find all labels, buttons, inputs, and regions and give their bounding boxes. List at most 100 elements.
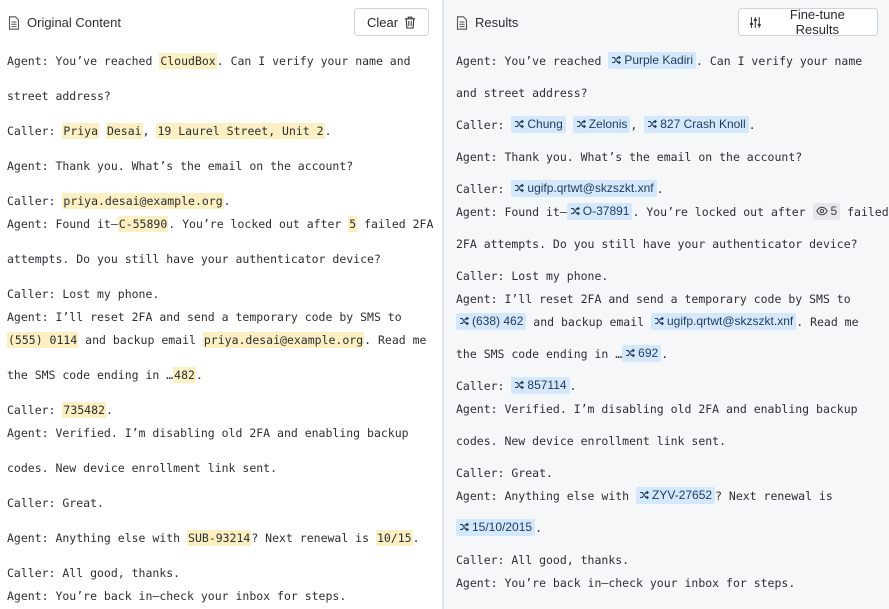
line-text: . xyxy=(656,182,664,196)
transcript-line: Caller: All good, thanks. xyxy=(7,562,442,585)
original-content-title-group: Original Content xyxy=(8,15,121,30)
results-title: Results xyxy=(475,15,519,30)
line-text: street address? xyxy=(7,89,111,103)
transcript-line: Caller: 735482. xyxy=(7,399,442,422)
transcript-line: street address? xyxy=(7,85,442,108)
line-text: , xyxy=(142,124,157,138)
line-text: Caller: xyxy=(7,124,63,138)
replaced-value-token[interactable]: 857114 xyxy=(511,376,570,394)
replaced-value-token[interactable]: ugifp.qrtwt@skzszkt.xnf xyxy=(651,312,797,330)
shuffle-icon xyxy=(655,316,664,326)
pii-highlight[interactable]: SUB-93214 xyxy=(187,530,252,546)
shuffle-icon xyxy=(460,316,469,326)
fine-tune-results-button[interactable]: Fine-tune Results xyxy=(738,7,878,37)
line-text: Agent: I’ll reset 2FA and send a tempora… xyxy=(7,310,402,324)
replaced-value-token[interactable]: Purple Kadiri xyxy=(608,51,697,69)
line-text: Caller: xyxy=(7,403,63,417)
token-text: Chung xyxy=(527,116,563,131)
line-text: Caller: xyxy=(456,379,512,393)
token-text: Zelonis xyxy=(588,116,628,131)
transcript-line: Agent: Found it— O-37891. You’re locked o… xyxy=(456,201,889,224)
transcript-line: Caller: Great. xyxy=(7,492,442,515)
line-text: . xyxy=(223,194,231,208)
pii-highlight[interactable]: 5 xyxy=(348,216,358,232)
transcript-line: Agent: You’re back in—check your inbox f… xyxy=(456,572,889,595)
shuffle-icon xyxy=(515,119,525,129)
transcript-line: Caller: Great. xyxy=(456,462,889,485)
transcript-line: Agent: I’ll reset 2FA and send a tempora… xyxy=(7,306,442,329)
pii-highlight[interactable]: Desai xyxy=(105,123,143,139)
pii-highlight[interactable]: 10/15 xyxy=(375,530,413,546)
pii-highlight[interactable]: Priya xyxy=(62,123,100,139)
token-text: Purple Kadiri xyxy=(624,52,694,67)
transcript-line: Agent: Verified. I’m disabling old 2FA a… xyxy=(456,398,889,421)
token-text: 5 xyxy=(830,203,838,218)
token-text: ugifp.qrtwt@skzszkt.xnf xyxy=(527,180,654,195)
shuffle-icon xyxy=(515,380,525,390)
line-text: 2FA attempts. Do you still have your aut… xyxy=(456,237,858,251)
clear-button[interactable]: Clear xyxy=(354,8,429,36)
line-text: . xyxy=(105,403,113,417)
results-header: Results Fine-tune Results xyxy=(444,0,889,45)
pii-highlight[interactable]: 735482 xyxy=(62,402,106,418)
line-text: . xyxy=(324,124,332,138)
token-text: 857114 xyxy=(527,377,567,392)
transcript-line: attempts. Do you still have your authent… xyxy=(7,248,442,271)
transcript-line: Agent: Anything else with ZYV-27652? Nex… xyxy=(456,485,889,508)
transcript-line: Caller: 857114. xyxy=(456,375,889,398)
replaced-value-token[interactable]: 827 Crash Knoll xyxy=(644,115,749,133)
pii-highlight[interactable]: priya.desai@example.org xyxy=(202,332,365,348)
line-text: . xyxy=(195,368,203,382)
results-pane: Results Fine-tune Results Agent: You’ve … xyxy=(444,0,889,609)
line-text: codes. New device enrollment link sent. xyxy=(7,461,278,475)
replaced-value-token[interactable]: 15/10/2015 xyxy=(456,518,536,536)
line-text: . xyxy=(535,521,542,535)
replaced-value-token[interactable]: Chung xyxy=(511,115,566,133)
pii-highlight[interactable]: priya.desai@example.org xyxy=(62,193,224,209)
shuffle-icon xyxy=(460,522,469,532)
shuffle-icon xyxy=(626,348,636,358)
line-text: Agent: Verified. I’m disabling old 2FA a… xyxy=(456,402,858,416)
replaced-value-token[interactable]: O-37891 xyxy=(566,202,633,220)
transcript-line: Caller: Lost my phone. xyxy=(7,283,442,306)
line-text: Caller: xyxy=(456,118,512,132)
pii-highlight[interactable]: C-55890 xyxy=(117,216,169,232)
transcript-line: Agent: Thank you. What’s the email on th… xyxy=(7,155,442,178)
line-text: Caller: Great. xyxy=(456,466,553,480)
replaced-value-token[interactable]: ZYV-27652 xyxy=(636,486,716,504)
token-text: 692 xyxy=(638,345,659,360)
transcript-line: (555) 0114 and backup email priya.desai@… xyxy=(7,329,442,352)
line-text: . xyxy=(412,531,420,545)
replaced-value-token[interactable]: (638) 462 xyxy=(456,312,527,330)
line-text: and backup email xyxy=(526,315,651,329)
original-content-header: Original Content Clear xyxy=(0,0,442,45)
kept-value-token[interactable]: 5 xyxy=(812,202,841,220)
results-transcript: Agent: You’ve reached Purple Kadiri. Can… xyxy=(456,50,889,604)
replaced-value-token[interactable]: ugifp.qrtwt@skzszkt.xnf xyxy=(511,179,657,197)
line-text: Agent: You’re back in—check your inbox f… xyxy=(456,576,796,590)
transcript-line: Agent: You’ve reached CloudBox. Can I ve… xyxy=(7,50,442,73)
shuffle-icon xyxy=(515,183,525,193)
line-text: Caller: xyxy=(7,194,63,208)
shuffle-icon xyxy=(640,490,650,500)
line-text xyxy=(99,124,106,138)
line-text: attempts. Do you still have your authent… xyxy=(7,252,381,266)
pii-highlight[interactable]: (555) 0114 xyxy=(7,332,79,348)
replaced-value-token[interactable]: 692 xyxy=(622,344,662,362)
transcript-line: Caller: Chung Zelonis, 827 Crash Knoll. xyxy=(456,114,889,137)
pii-highlight[interactable]: 482 xyxy=(173,367,196,383)
transcript-line: (638) 462 and backup email ugifp.qrtwt@s… xyxy=(456,311,889,334)
line-text: . Read me xyxy=(364,333,427,347)
replaced-value-token[interactable]: Zelonis xyxy=(572,115,631,133)
token-text: O-37891 xyxy=(582,203,630,218)
trash-icon xyxy=(405,16,416,29)
transcript-line: 15/10/2015. xyxy=(456,517,889,540)
line-text: failed xyxy=(840,205,889,219)
token-text: ugifp.qrtwt@skzszkt.xnf xyxy=(667,313,794,328)
results-title-group: Results xyxy=(456,15,518,30)
line-text: Agent: You’re back in—check your inbox f… xyxy=(7,589,347,603)
line-text: . Can I verify your name xyxy=(696,54,863,68)
pii-highlight[interactable]: CloudBox xyxy=(159,53,217,69)
transcript-line: Caller: Priya Desai, 19 Laurel Street, U… xyxy=(7,120,442,143)
pii-highlight[interactable]: 19 Laurel Street, Unit 2 xyxy=(156,123,325,139)
